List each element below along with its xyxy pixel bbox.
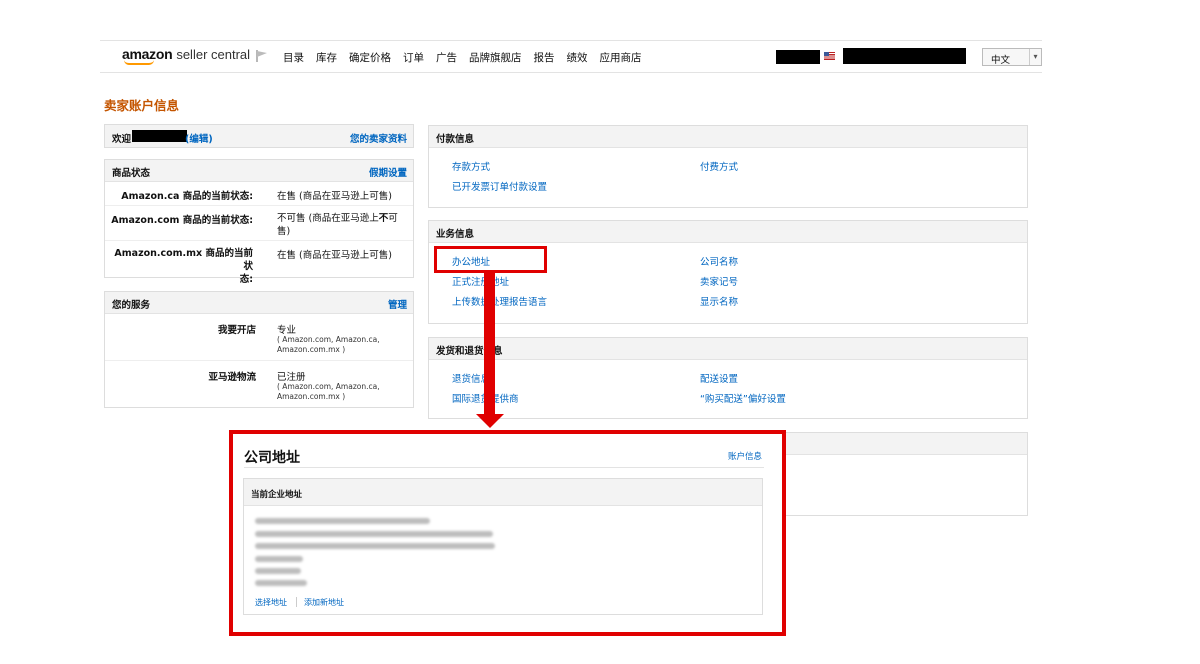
select-address-link[interactable]: 选择地址 [255,597,287,608]
header-bottom-divider [100,72,1042,73]
status-row-com: Amazon.com 商品的当前状态: 不可售 (商品在亚马逊上不可售) [105,207,413,241]
nav-reports[interactable]: 报告 [534,50,555,65]
listing-status-header: 商品状态 假期设置 [105,160,413,182]
redacted-marketplace-switcher[interactable] [843,48,966,64]
blurred-address-line-2 [255,531,493,537]
nav-orders[interactable]: 订单 [403,50,424,65]
services-header: 您的服务 管理 [105,292,413,314]
listing-status-title: 商品状态 [112,168,151,179]
seller-profile-link[interactable]: 您的卖家资料 [350,131,407,145]
header-top-divider [100,40,1042,41]
edit-name-link[interactable]: (编辑) [185,131,213,145]
blurred-address-line-6 [255,580,307,586]
status-row-ca: Amazon.ca 商品的当前状态: 在售 (商品在亚马逊上可售) [105,182,413,206]
current-address-card: 当前企业地址 选择地址 添加新地址 [243,478,763,615]
status-label-ca: Amazon.ca 商品的当前状态: [121,191,253,202]
shipping-returns-panel: 发货和退货信息 退货信息 配送设置 国际退货提供商 “购买配送”偏好设置 [428,337,1028,419]
redacted-account-name [776,50,820,64]
shipping-returns-header: 发货和退货信息 [429,338,1027,360]
account-info-link[interactable]: 账户信息 [728,450,762,462]
service-value-selling: 专业 [277,325,297,336]
status-value-com-text-a: 不可售 (商品在亚马逊上 [277,213,379,224]
business-info-header: 业务信息 [429,221,1027,243]
charge-methods-link[interactable]: 付费方式 [700,159,738,173]
status-label-mx-b: 态: [239,274,253,285]
add-address-link[interactable]: 添加新地址 [304,597,344,608]
status-value-com-bold: 不 [378,213,389,224]
us-flag-icon [824,52,835,60]
nav-inventory[interactable]: 库存 [316,50,337,65]
redacted-seller-name [132,130,187,142]
invoiced-order-payment-link[interactable]: 已开发票订单付款设置 [452,179,547,193]
merchant-token-link[interactable]: 卖家记号 [700,274,738,288]
flag-icon[interactable] [255,49,269,63]
status-value-com: 不可售 (商品在亚马逊上不可售) [277,212,405,238]
language-select[interactable]: 中文 ▾ [982,48,1042,66]
service-detail-fba-a: ( Amazon.com, Amazon.ca, [277,382,380,391]
link-separator [296,597,297,607]
business-info-title: 业务信息 [436,229,475,240]
deposit-methods-link[interactable]: 存款方式 [452,159,490,173]
registered-address-link[interactable]: 正式注册地址 [452,274,509,288]
payment-info-header: 付款信息 [429,126,1027,148]
highlight-arrow-shaft [484,272,495,416]
buy-shipping-preferences-link[interactable]: “购买配送”偏好设置 [700,391,786,405]
service-detail-fba: ( Amazon.com, Amazon.ca, Amazon.com.mx ) [277,382,380,402]
service-label-fba: 亚马逊物流 [208,372,256,383]
logo-seller-central-text: seller central [176,47,251,62]
status-label-com: Amazon.com 商品的当前状态: [111,215,253,226]
services-title: 您的服务 [112,300,151,311]
language-value: 中文 [991,55,1011,66]
amazon-smile-icon [124,60,154,65]
payment-info-title: 付款信息 [436,134,475,145]
nav-advertising[interactable]: 广告 [436,50,457,65]
services-panel: 您的服务 管理 我要开店 专业 ( Amazon.com, Amazon.ca,… [104,291,414,408]
current-address-header: 当前企业地址 [244,479,762,506]
company-name-link[interactable]: 公司名称 [700,254,738,268]
blurred-address-line-4 [255,556,303,562]
nav-appstore[interactable]: 应用商店 [600,50,642,65]
nav-catalog[interactable]: 目录 [283,50,304,65]
welcome-panel: 欢迎 (编辑) 您的卖家资料 [104,124,414,148]
upload-report-language-link[interactable]: 上传数据处理报告语言 [452,294,547,308]
service-row-fba: 亚马逊物流 已注册 ( Amazon.com, Amazon.ca, Amazon… [105,362,413,407]
status-value-mx: 在售 (商品在亚马逊上可售) [277,250,392,261]
current-address-title: 当前企业地址 [251,490,303,500]
service-detail-selling: ( Amazon.com, Amazon.ca, Amazon.com.mx ) [277,335,380,355]
nav-performance[interactable]: 绩效 [567,50,588,65]
popup-title-divider [244,467,764,468]
status-row-mx: Amazon.com.mx 商品的当前状态: 在售 (商品在亚马逊上可售) [105,242,413,285]
service-detail-fba-b: Amazon.com.mx ) [277,392,346,401]
chevron-down-icon: ▾ [1029,49,1041,65]
nav-pricing[interactable]: 确定价格 [349,50,391,65]
status-label-mx: Amazon.com.mx 商品的当前状态: [105,247,253,286]
service-row-selling: 我要开店 专业 ( Amazon.com, Amazon.ca, Amazon.c… [105,314,413,361]
manage-services-link[interactable]: 管理 [388,297,407,311]
service-detail-selling-a: ( Amazon.com, Amazon.ca, [277,335,380,344]
highlight-arrow-head-icon [476,414,504,428]
payment-info-panel: 付款信息 存款方式 付费方式 已开发票订单付款设置 [428,125,1028,208]
display-name-link[interactable]: 显示名称 [700,294,738,308]
vacation-settings-link[interactable]: 假期设置 [369,165,407,179]
service-detail-selling-b: Amazon.com.mx ) [277,345,346,354]
listing-status-panel: 商品状态 假期设置 Amazon.ca 商品的当前状态: 在售 (商品在亚马逊上… [104,159,414,285]
welcome-prefix: 欢迎 [112,134,132,145]
status-label-mx-a: Amazon.com.mx 商品的当前状 [114,248,253,272]
popup-title: 公司地址 [244,450,300,466]
office-address-highlight [434,246,547,273]
status-value-com-text-d: 售) [277,226,291,237]
status-value-com-text-c: 可 [388,213,398,224]
main-nav: 目录 库存 确定价格 订单 广告 品牌旗舰店 报告 绩效 应用商店 [283,50,654,65]
blurred-address-line-1 [255,518,430,524]
blurred-address-line-3 [255,543,495,549]
status-value-ca: 在售 (商品在亚马逊上可售) [277,191,392,202]
company-address-popup: 公司地址 账户信息 当前企业地址 选择地址 添加新地址 [229,430,786,636]
service-value-fba: 已注册 [277,372,306,383]
service-label-selling: 我要开店 [217,325,256,336]
nav-stores[interactable]: 品牌旗舰店 [469,50,522,65]
shipping-settings-link[interactable]: 配送设置 [700,371,738,385]
page-title: 卖家账户信息 [104,98,180,113]
blurred-address-line-5 [255,568,301,574]
